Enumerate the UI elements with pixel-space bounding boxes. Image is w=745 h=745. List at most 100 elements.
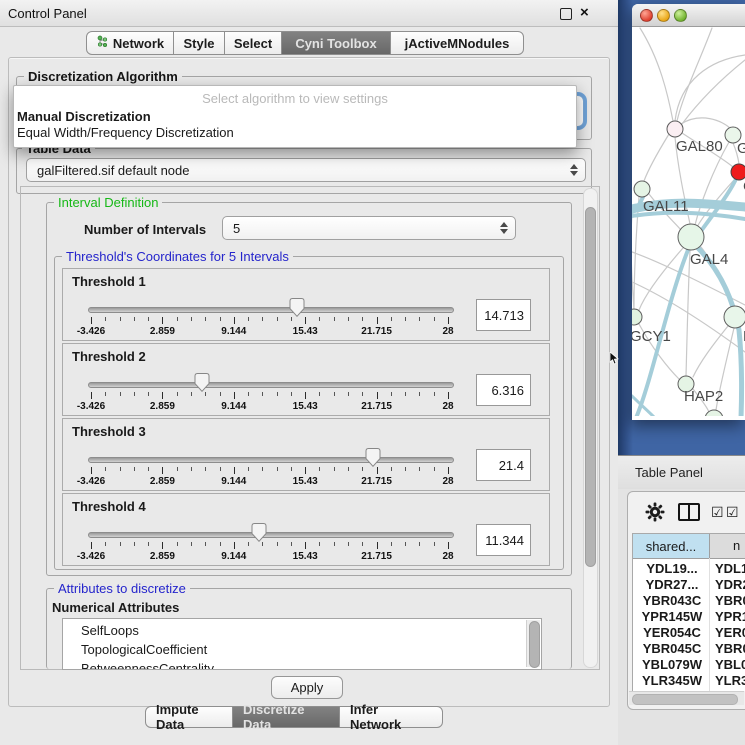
slider-thumb[interactable] <box>194 373 209 392</box>
cell[interactable]: YBL079W <box>637 657 707 672</box>
horizontal-scrollbar[interactable] <box>629 691 744 705</box>
threshold-1-slider[interactable]: -3.4262.8599.14415.4321.71528 <box>91 305 448 339</box>
tab-cyni-toolbox[interactable]: Cyni Toolbox <box>281 31 391 55</box>
cell[interactable]: YPR145W <box>637 609 707 624</box>
cell[interactable]: YLR345W <box>637 673 707 688</box>
apply-button-label: Apply <box>291 680 324 695</box>
list-item-selfloops[interactable]: SelfLoops <box>81 621 139 640</box>
tab-infer-network[interactable]: Infer Network <box>339 706 443 728</box>
cell[interactable]: YBR043C <box>637 593 707 608</box>
tab-select[interactable]: Select <box>224 31 282 55</box>
checkbox-checked-icon[interactable]: ☑ <box>711 504 724 521</box>
network-nodes[interactable] <box>632 121 745 416</box>
threshold-3-slider[interactable]: -3.4262.8599.14415.4321.71528 <box>91 455 448 489</box>
node-gal80[interactable] <box>667 121 683 137</box>
popup-option-equal-width[interactable]: Equal Width/Frequency Discretization <box>17 125 234 140</box>
slider-tick <box>405 467 406 471</box>
cell[interactable]: YPR1 <box>715 609 745 624</box>
main-tabbar: Network Style Select Cyni Toolbox jActiv… <box>86 31 524 55</box>
cell[interactable]: YDL1 <box>715 561 745 576</box>
slider-tick <box>419 542 420 546</box>
column-header-shared-name[interactable]: shared... <box>633 534 710 558</box>
threshold-1-value[interactable]: 14.713 <box>476 299 531 331</box>
cell[interactable]: YER054C <box>637 625 707 640</box>
node-attribute-table[interactable]: shared... n YDL19... YDL1 YDR27... YDR2 YB… <box>632 533 745 691</box>
zoom-traffic-light-icon[interactable] <box>674 9 687 22</box>
slider-track[interactable] <box>88 532 454 538</box>
table-row[interactable]: YER054C YER0 <box>633 624 745 640</box>
slider-thumb[interactable] <box>366 448 381 467</box>
checkbox-checked-icon[interactable]: ☑ <box>726 504 739 521</box>
node-gal4[interactable] <box>678 224 704 250</box>
cell[interactable]: YER0 <box>715 625 745 640</box>
tab-discretize-data-label: Discretize Data <box>243 702 329 732</box>
slider-tick <box>162 392 163 399</box>
threshold-2-slider[interactable]: -3.4262.8599.14415.4321.71528 <box>91 380 448 414</box>
threshold-row-4: Threshold 4 -3.4262.8599.14415.4321.7152… <box>62 493 550 566</box>
tab-discretize-data[interactable]: Discretize Data <box>232 706 340 728</box>
network-window-titlebar[interactable] <box>632 4 745 27</box>
slider-track[interactable] <box>88 457 454 463</box>
slider-track[interactable] <box>88 307 454 313</box>
node-gal11[interactable] <box>634 181 650 197</box>
list-scrollbar[interactable] <box>526 620 540 667</box>
cell[interactable]: YDL19... <box>637 561 707 576</box>
table-row[interactable]: YBR043C YBR0 <box>633 592 745 608</box>
slider-tick-label: 28 <box>442 326 453 337</box>
table-row[interactable]: YBR045C YBR0 <box>633 640 745 656</box>
split-table-icon[interactable] <box>678 503 700 521</box>
slider-thumb[interactable] <box>290 298 305 317</box>
gear-icon[interactable] <box>645 502 665 522</box>
cell[interactable]: YDR27... <box>637 577 707 592</box>
table-row[interactable]: YLR345W YLR3 <box>633 672 745 688</box>
slider-tick-label: 9.144 <box>221 401 246 412</box>
vertical-scrollbar-thumb[interactable] <box>585 207 596 567</box>
tab-network[interactable]: Network <box>86 31 174 55</box>
table-data-value: galFiltered.sif default node <box>37 163 189 178</box>
list-item-topologicalcoefficient[interactable]: TopologicalCoefficient <box>81 640 207 659</box>
table-row[interactable]: YDR27... YDR2 <box>633 576 745 592</box>
number-of-intervals-combobox[interactable]: 5 <box>222 216 516 240</box>
minimize-traffic-light-icon[interactable] <box>657 9 670 22</box>
slider-track[interactable] <box>88 382 454 388</box>
cell[interactable]: YDR2 <box>715 577 745 592</box>
bottom-tabbar: Impute Data Discretize Data Infer Networ… <box>145 706 443 728</box>
numerical-attributes-list[interactable]: SelfLoops TopologicalCoefficient Between… <box>62 618 542 670</box>
threshold-4-slider[interactable]: -3.4262.8599.14415.4321.71528 <box>91 530 448 564</box>
list-item-betweennesscentrality[interactable]: BetweennessCentrality <box>81 659 214 670</box>
threshold-2-value[interactable]: 6.316 <box>476 374 531 406</box>
number-of-intervals-label: Number of Intervals <box>84 222 206 237</box>
cell[interactable]: YBR045C <box>637 641 707 656</box>
threshold-4-value[interactable]: 11.344 <box>476 524 531 556</box>
table-data-combobox[interactable]: galFiltered.sif default node <box>26 158 586 182</box>
tab-impute-data[interactable]: Impute Data <box>145 706 233 728</box>
popup-option-manual[interactable]: Manual Discretization <box>17 109 151 124</box>
tab-style[interactable]: Style <box>173 31 225 55</box>
cell[interactable]: YBR0 <box>715 641 745 656</box>
node-partial[interactable] <box>705 410 723 416</box>
tab-jactivemnodules[interactable]: jActiveMNodules <box>390 31 524 55</box>
threshold-3-value[interactable]: 21.4 <box>476 449 531 481</box>
vertical-scrollbar[interactable] <box>583 188 598 668</box>
node-gcy1[interactable] <box>632 309 642 325</box>
table-row[interactable]: YPR145W YPR1 <box>633 608 745 624</box>
table-row[interactable]: YDL19... YDL1 <box>633 560 745 576</box>
cell[interactable]: YBR0 <box>715 593 745 608</box>
close-traffic-light-icon[interactable] <box>640 9 653 22</box>
network-graph[interactable]: GAL80 G C GAL11 GAL4 GCY1 H HAP2 <box>632 27 745 416</box>
float-window-icon[interactable] <box>560 8 572 20</box>
cell[interactable]: YLR3 <box>715 673 745 688</box>
table-row[interactable]: YBL079W YBL0 <box>633 656 745 672</box>
slider-tick <box>377 467 378 474</box>
slider-thumb[interactable] <box>251 523 266 542</box>
apply-button[interactable]: Apply <box>271 676 343 699</box>
slider-tick <box>319 467 320 471</box>
close-icon[interactable]: × <box>580 4 589 21</box>
node-h[interactable] <box>724 306 745 328</box>
list-scrollbar-thumb[interactable] <box>529 621 540 668</box>
cell[interactable]: YBL0 <box>715 657 745 672</box>
slider-tick <box>319 392 320 396</box>
horizontal-scrollbar-thumb[interactable] <box>632 694 738 705</box>
column-header-name[interactable]: n <box>733 538 740 553</box>
slider-tick <box>248 392 249 396</box>
